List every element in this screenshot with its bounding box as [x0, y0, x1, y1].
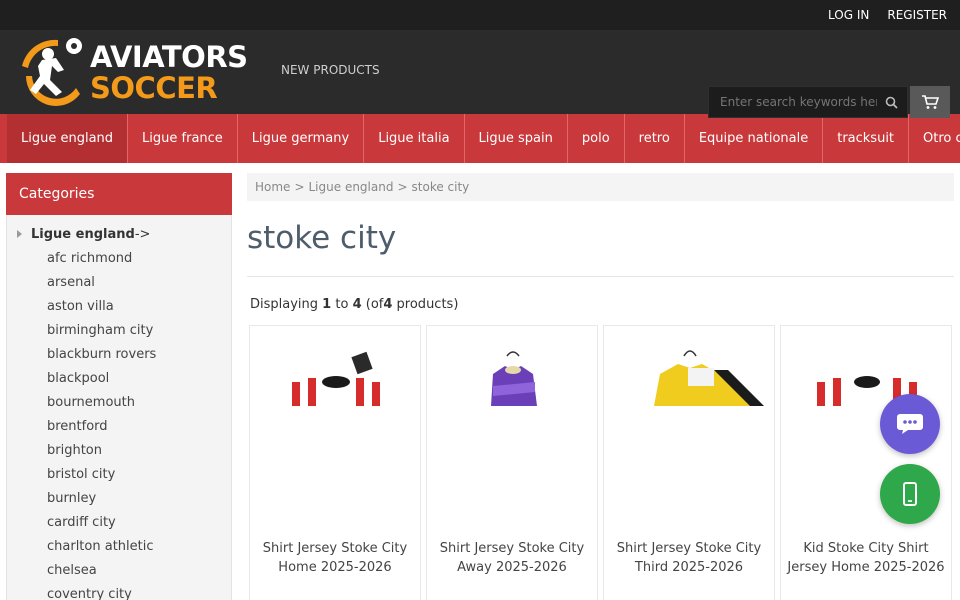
nav-item-equipe-nationale[interactable]: Equipe nationale	[685, 114, 824, 163]
product-grid: Shirt Jersey Stoke City Home 2025-2026 S…	[249, 325, 953, 600]
breadcrumb: Home > Ligue england > stoke city	[247, 173, 954, 201]
shopping-cart-icon	[922, 95, 939, 109]
results-prefix: Displaying	[250, 297, 319, 312]
page-title: stoke city	[247, 220, 397, 256]
product-name[interactable]: Shirt Jersey Stoke City Third 2025-2026	[610, 539, 768, 577]
category-item[interactable]: blackpool	[47, 367, 231, 391]
cart-button[interactable]	[910, 86, 950, 118]
phone-contact-button[interactable]	[880, 464, 940, 524]
product-card[interactable]: Shirt Jersey Stoke City Third 2025-2026	[603, 325, 775, 600]
search-icon	[885, 96, 898, 109]
nav-item-ligue-germany[interactable]: Ligue germany	[238, 114, 365, 163]
breadcrumb-separator: >	[397, 180, 408, 194]
product-name[interactable]: Shirt Jersey Stoke City Away 2025-2026	[433, 539, 591, 577]
jersey-image-home[interactable]	[250, 326, 421, 406]
category-item[interactable]: charlton athletic	[47, 535, 231, 559]
product-card[interactable]: Kid Stoke City Shirt Jersey Home 2025-20…	[780, 325, 952, 600]
category-item[interactable]: chelsea	[47, 559, 231, 583]
search-input[interactable]	[709, 87, 877, 117]
breadcrumb-current: stoke city	[411, 180, 470, 194]
category-parent-label: Ligue england	[31, 226, 135, 242]
product-name[interactable]: Shirt Jersey Stoke City Home 2025-2026	[256, 539, 414, 577]
category-item[interactable]: blackburn rovers	[47, 343, 231, 367]
chat-bubble-icon	[897, 414, 923, 434]
breadcrumb-home[interactable]: Home	[255, 180, 290, 194]
category-item[interactable]: brentford	[47, 415, 231, 439]
title-divider	[247, 276, 954, 277]
category-item[interactable]: bournemouth	[47, 391, 231, 415]
results-to-word: to	[335, 297, 349, 312]
login-link[interactable]: LOG IN	[828, 8, 869, 22]
nav-item-otro-club[interactable]: Otro club	[909, 114, 960, 163]
category-parent-arrow: ->	[134, 226, 151, 242]
top-bar: LOG IN REGISTER	[0, 0, 960, 30]
search-box	[708, 86, 908, 118]
product-card[interactable]: Shirt Jersey Stoke City Home 2025-2026	[249, 325, 421, 600]
breadcrumb-ligue-england[interactable]: Ligue england	[309, 180, 394, 194]
jersey-image-kid-home[interactable]	[781, 326, 952, 406]
jersey-image-away[interactable]	[427, 326, 598, 406]
category-list: afc richmond arsenal aston villa birming…	[7, 247, 231, 600]
site-header: AVIATORS SOCCER NEW PRODUCTS	[0, 30, 960, 118]
results-total: 4	[383, 297, 393, 312]
product-name[interactable]: Kid Stoke City Shirt Jersey Home 2025-20…	[787, 539, 945, 577]
chat-button[interactable]	[880, 394, 940, 454]
site-logo[interactable]: AVIATORS SOCCER	[18, 36, 258, 108]
category-item[interactable]: aston villa	[47, 295, 231, 319]
soccer-player-logo-icon	[22, 38, 82, 107]
results-of-prefix: (of	[365, 297, 384, 312]
nav-item-retro[interactable]: retro	[625, 114, 685, 163]
category-item[interactable]: bristol city	[47, 463, 231, 487]
category-parent-ligue-england[interactable]: Ligue england ->	[7, 224, 231, 244]
caret-right-icon	[17, 230, 22, 238]
logo-text-soccer: SOCCER	[90, 71, 218, 105]
nav-item-ligue-spain[interactable]: Ligue spain	[465, 114, 568, 163]
results-from: 1	[322, 297, 332, 312]
categories-heading: Categories	[6, 173, 232, 215]
search-button[interactable]	[875, 87, 907, 117]
category-item[interactable]: burnley	[47, 487, 231, 511]
category-item[interactable]: birmingham city	[47, 319, 231, 343]
nav-item-tracksuit[interactable]: tracksuit	[823, 114, 910, 163]
category-item[interactable]: coventry city	[47, 583, 231, 600]
results-count: Displaying 1 to 4 (of4 products)	[250, 297, 458, 312]
breadcrumb-separator: >	[294, 180, 305, 194]
nav-item-ligue-france[interactable]: Ligue france	[128, 114, 238, 163]
category-item[interactable]: cardiff city	[47, 511, 231, 535]
nav-item-ligue-england[interactable]: Ligue england	[7, 114, 129, 163]
categories-sidebar: Categories Ligue england -> afc richmond…	[6, 173, 232, 600]
results-of-suffix: products)	[396, 297, 459, 312]
register-link[interactable]: REGISTER	[887, 8, 947, 22]
logo-text-aviators: AVIATORS	[90, 40, 248, 74]
category-item[interactable]: arsenal	[47, 271, 231, 295]
results-to: 4	[352, 297, 362, 312]
new-products-link[interactable]: NEW PRODUCTS	[281, 63, 380, 77]
category-item[interactable]: afc richmond	[47, 247, 231, 271]
main-nav: Ligue england Ligue france Ligue germany…	[0, 114, 960, 163]
product-card[interactable]: Shirt Jersey Stoke City Away 2025-2026	[426, 325, 598, 600]
nav-item-polo[interactable]: polo	[568, 114, 625, 163]
nav-item-ligue-italia[interactable]: Ligue italia	[364, 114, 465, 163]
mobile-phone-icon	[903, 482, 917, 506]
jersey-image-third[interactable]	[604, 326, 775, 406]
category-item[interactable]: brighton	[47, 439, 231, 463]
